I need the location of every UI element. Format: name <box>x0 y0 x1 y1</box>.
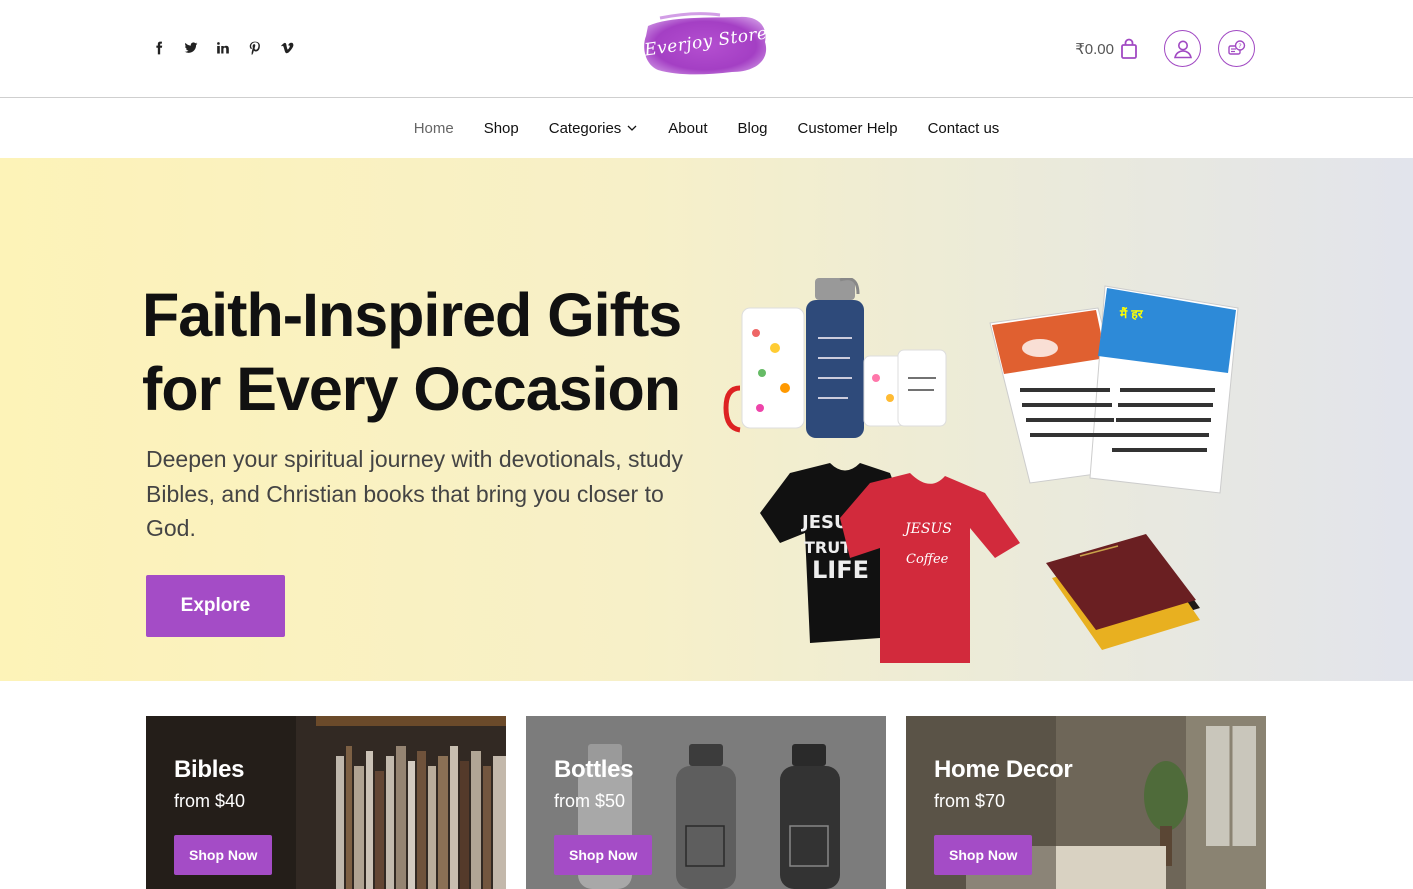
hero-subtitle: Deepen your spiritual journey with devot… <box>146 446 683 541</box>
shop-now-button[interactable]: Shop Now <box>554 835 653 875</box>
hero-banner: Faith-Inspired Gifts for Every Occasion … <box>0 158 1413 681</box>
card-title: Home Decor <box>934 756 1073 783</box>
nav-item-categories[interactable]: Categories <box>549 120 639 137</box>
small-mugs-image <box>863 349 947 427</box>
header-actions: ₹0.00 ? <box>1075 30 1255 67</box>
nav-item-customer-help[interactable]: Customer Help <box>798 120 898 137</box>
nav-item-contact[interactable]: Contact us <box>928 120 1000 137</box>
nav-item-categories-label: Categories <box>548 119 622 137</box>
chevron-down-icon <box>627 125 637 131</box>
shop-now-button[interactable]: Shop Now <box>174 835 273 875</box>
card-title: Bottles <box>554 756 634 783</box>
user-account-icon <box>1173 40 1192 58</box>
nav-item-about[interactable]: About <box>668 120 707 137</box>
category-card-home-decor[interactable]: Home Decor from $70 Shop Now <box>906 716 1266 889</box>
shopping-bag-icon[interactable] <box>1120 38 1138 60</box>
hero-title-line-2: for Every Occasion <box>142 355 681 423</box>
nav-item-blog[interactable]: Blog <box>738 120 768 137</box>
nav-item-shop[interactable]: Shop <box>484 120 519 137</box>
hero-title-line-1: Faith-Inspired Gifts <box>142 281 682 349</box>
linkedin-icon[interactable] <box>214 38 232 58</box>
card-price: from $70 <box>934 791 1006 811</box>
hero-title: Faith-Inspired Gifts for Every Occasion <box>142 278 722 426</box>
category-card-bibles[interactable]: Bibles from $40 Shop Now <box>146 716 506 889</box>
card-title: Bibles <box>174 756 245 783</box>
cart-total[interactable]: ₹0.00 <box>1075 40 1114 58</box>
svg-text:Coffee: Coffee <box>906 552 949 567</box>
nav-item-home[interactable]: Home <box>414 120 454 137</box>
store-logo[interactable]: Everjoy Store <box>640 12 772 78</box>
category-card-bottles[interactable]: Bottles from $50 Shop Now <box>526 716 886 889</box>
account-button[interactable] <box>1164 30 1201 67</box>
water-bottle-image <box>806 278 864 438</box>
top-header: Everjoy Store ₹0.00 ? <box>0 0 1413 98</box>
twitter-icon[interactable] <box>182 38 200 58</box>
svg-text:LIFE: LIFE <box>812 556 869 584</box>
card-price: from $40 <box>174 791 246 811</box>
bible-book-image <box>1046 534 1200 650</box>
shop-now-button[interactable]: Shop Now <box>934 835 1033 875</box>
svg-text:मैं हर: मैं हर <box>1119 307 1144 321</box>
calendar-image: मैं हर <box>989 285 1239 494</box>
svg-text:JESUS: JESUS <box>902 521 952 537</box>
help-button[interactable]: ? <box>1218 30 1255 67</box>
card-price: from $50 <box>554 791 626 811</box>
social-links <box>150 38 296 58</box>
support-chat-icon: ? <box>1227 39 1245 55</box>
svg-text:?: ? <box>1238 42 1241 50</box>
facebook-icon[interactable] <box>150 38 168 58</box>
pinterest-icon[interactable] <box>246 38 264 58</box>
category-cards: Bibles from $40 Shop Now Bottles from $5… <box>146 716 1266 889</box>
main-navigation: Home Shop Categories About Blog Customer… <box>0 98 1413 158</box>
mug-image <box>723 307 805 433</box>
hero-product-collage: मैं हर JESUS TRUTH LIFE JESUS Coffee <box>723 278 1239 663</box>
explore-button[interactable]: Explore <box>146 575 285 637</box>
vimeo-icon[interactable] <box>278 38 296 58</box>
